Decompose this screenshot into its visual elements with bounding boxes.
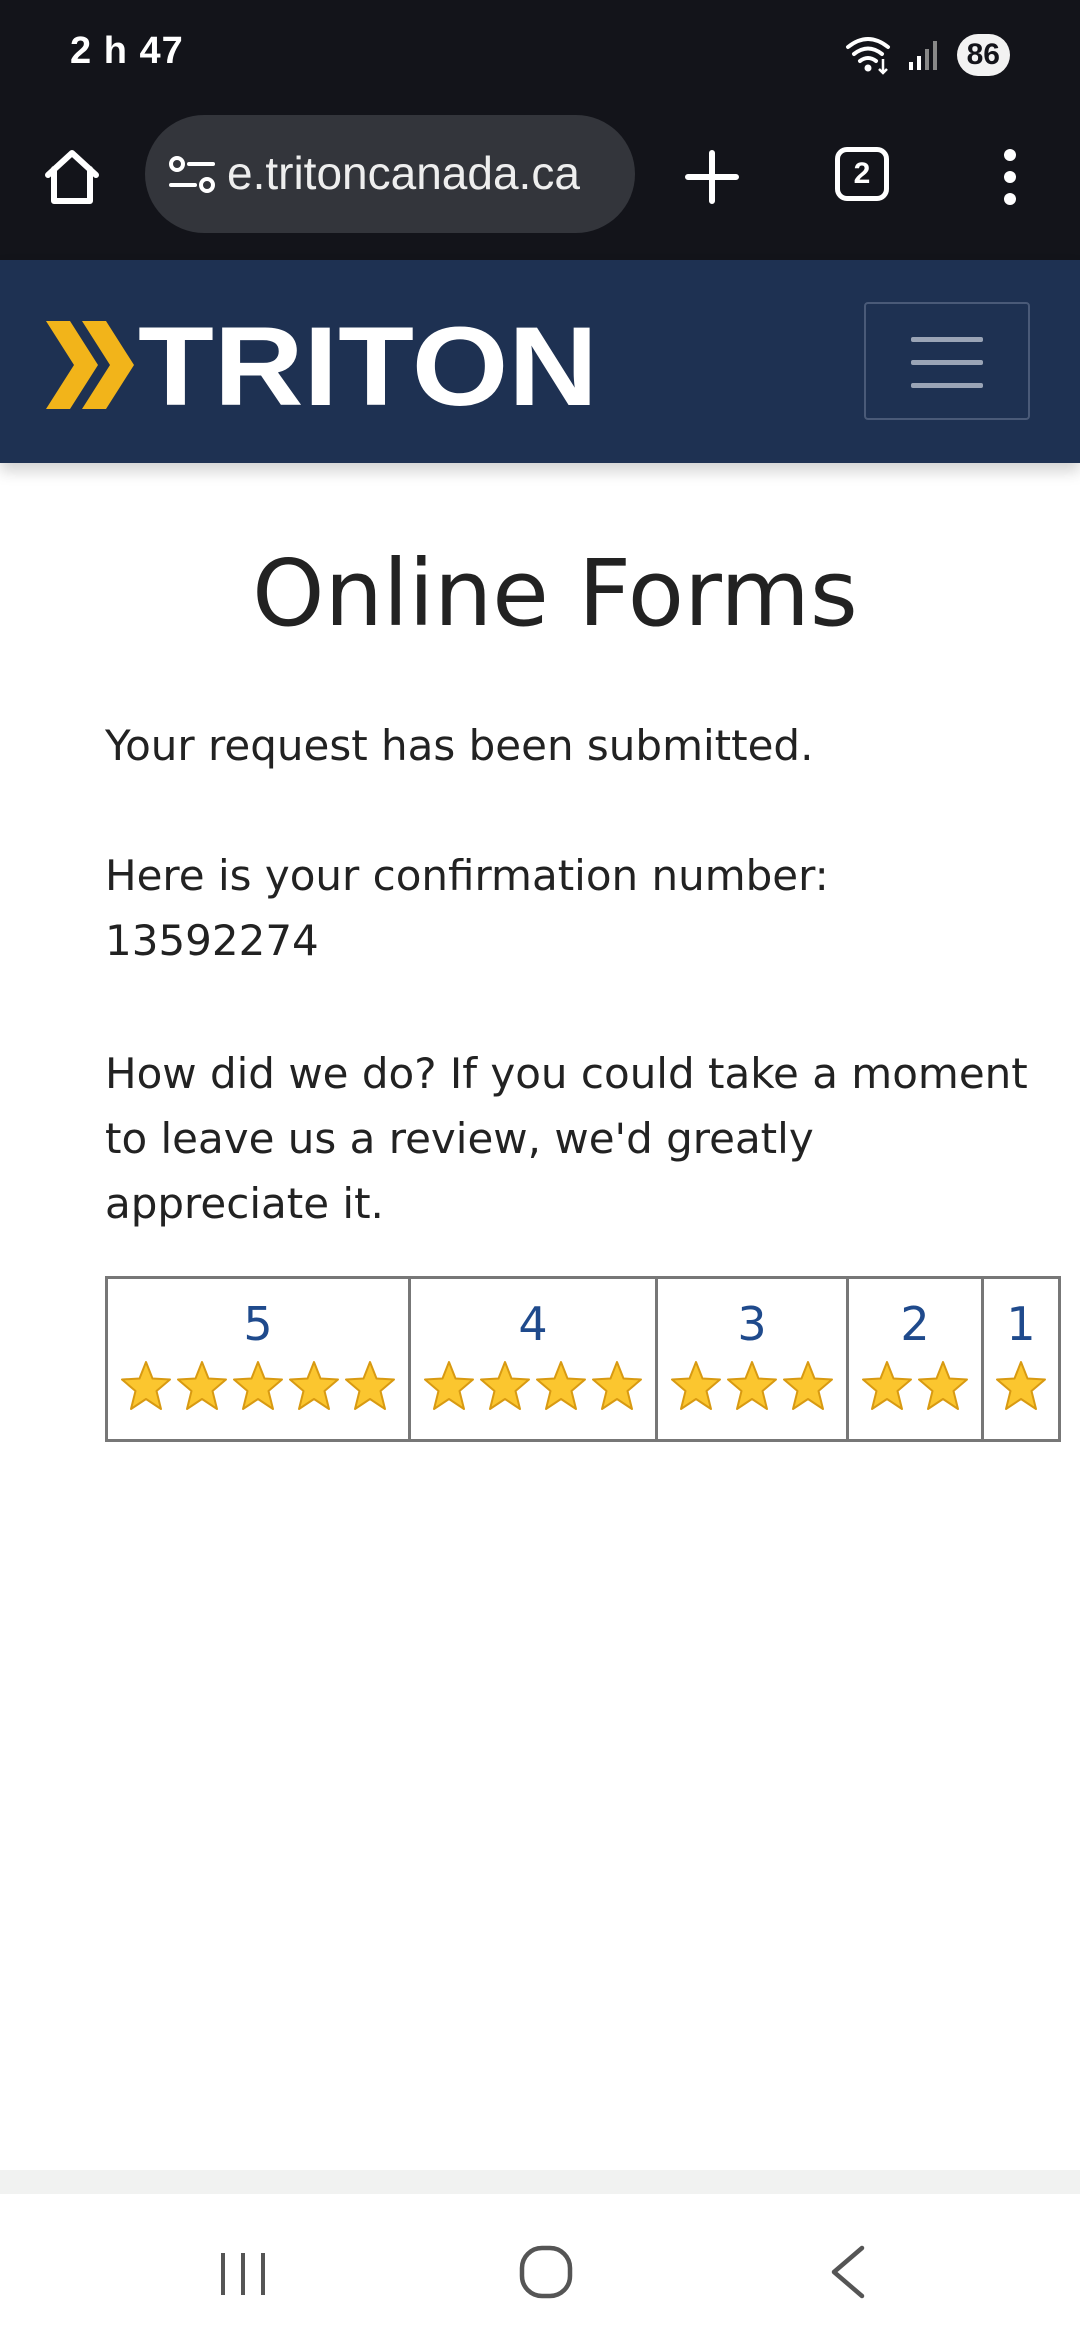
url-text: e.tritoncanada.ca (227, 147, 580, 199)
rating-label: 4 (518, 1297, 548, 1351)
rating-label: 2 (900, 1297, 930, 1351)
more-vert-icon[interactable] (990, 145, 1030, 209)
battery-indicator: 86 (956, 34, 1010, 76)
star-icon (233, 1361, 283, 1410)
submitted-message: Your request has been submitted. (105, 721, 814, 770)
site-header: TRITON (0, 260, 1080, 463)
confirmation-number: 13592274 (105, 916, 319, 965)
nav-divider (0, 2170, 1080, 2194)
star-icon (289, 1361, 339, 1410)
address-bar[interactable]: e.tritoncanada.ca (145, 115, 635, 233)
rating-option-4[interactable]: 4 (408, 1276, 658, 1442)
rating-stars (849, 1351, 981, 1427)
hamburger-icon-bar (911, 360, 983, 365)
rating-label: 5 (243, 1297, 273, 1351)
rating-label: 1 (1006, 1297, 1036, 1351)
star-icon (671, 1361, 721, 1410)
site-settings-icon[interactable] (167, 153, 219, 197)
status-time: 2 h 47 (70, 30, 184, 72)
star-icon (783, 1361, 833, 1410)
star-icon (177, 1361, 227, 1410)
rating-stars (411, 1351, 655, 1427)
status-bar: 2 h 47 86 (0, 0, 1080, 110)
star-icon (536, 1361, 586, 1410)
tab-switcher-button[interactable]: 2 (835, 147, 889, 201)
signal-icon (908, 41, 937, 70)
hamburger-icon-bar (911, 383, 983, 388)
star-icon (996, 1361, 1046, 1410)
hamburger-icon (911, 337, 983, 342)
brand-text: TRITON (138, 315, 598, 415)
confirmation-block: Here is your confirmation number: 135922… (105, 843, 1035, 973)
rating-label: 3 (737, 1297, 767, 1351)
home-circle-icon[interactable] (518, 2244, 574, 2300)
rating-stars (108, 1351, 408, 1427)
menu-toggle-button[interactable] (864, 302, 1030, 420)
system-nav-bar (0, 2194, 1080, 2340)
star-icon (345, 1361, 395, 1410)
recent-apps-icon[interactable] (215, 2249, 271, 2299)
wifi-icon (845, 37, 890, 75)
rating-option-1[interactable]: 1 (981, 1276, 1061, 1442)
rating-stars (984, 1351, 1058, 1427)
rating-option-3[interactable]: 3 (655, 1276, 849, 1442)
home-icon[interactable] (40, 145, 104, 209)
star-icon (862, 1361, 912, 1410)
review-prompt: How did we do? If you could take a momen… (105, 1049, 1028, 1228)
plus-icon[interactable] (680, 145, 744, 209)
rating-stars (658, 1351, 846, 1427)
triton-logo[interactable]: TRITON (46, 315, 606, 415)
confirmation-label: Here is your confirmation number: (105, 851, 829, 900)
star-icon (424, 1361, 474, 1410)
star-icon (121, 1361, 171, 1410)
star-icon (592, 1361, 642, 1410)
status-icons: 86 (845, 30, 1010, 80)
star-icon (480, 1361, 530, 1410)
page-title: Online Forms (252, 540, 858, 647)
back-chevron-icon[interactable] (826, 2244, 870, 2300)
rating-table: 5 4 3 2 1 (105, 1276, 1061, 1442)
rating-option-5[interactable]: 5 (105, 1276, 411, 1442)
star-icon (918, 1361, 968, 1410)
star-icon (727, 1361, 777, 1410)
rating-option-2[interactable]: 2 (846, 1276, 984, 1442)
browser-toolbar: e.tritoncanada.ca 2 (0, 110, 1080, 260)
